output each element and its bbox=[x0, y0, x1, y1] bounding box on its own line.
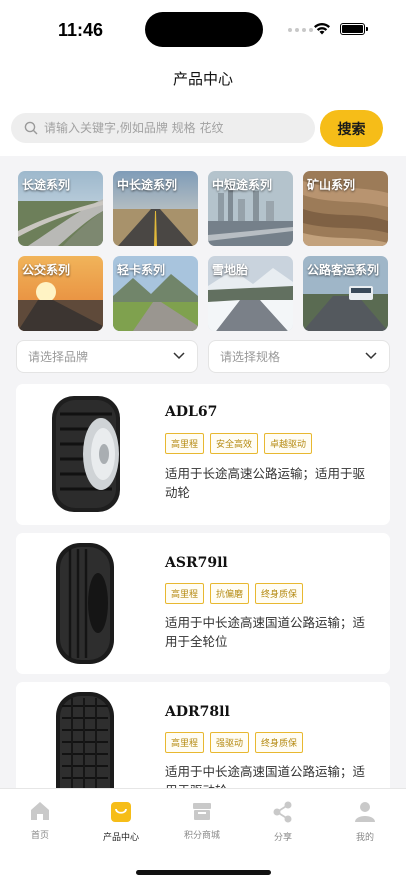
product-tag: 高里程 bbox=[165, 732, 205, 753]
product-tag: 抗偏磨 bbox=[210, 583, 250, 604]
product-description: 适用于长途高速公路运输；适用于驱动轮 bbox=[165, 466, 366, 500]
search-bar[interactable] bbox=[11, 113, 315, 143]
search-button[interactable]: 搜索 bbox=[320, 110, 383, 147]
tire-image-adl67 bbox=[52, 396, 120, 512]
product-tags: 高里程 抗偏磨 终身质保 bbox=[165, 583, 304, 604]
category-label: 长途系列 bbox=[22, 178, 71, 192]
category-card-long-haul[interactable]: 长途系列 bbox=[18, 171, 103, 246]
product-model: ADR78ll bbox=[165, 704, 230, 720]
category-label: 中短途系列 bbox=[212, 178, 273, 192]
signal-dots-icon bbox=[288, 28, 313, 32]
user-icon bbox=[355, 802, 375, 822]
product-tag: 安全高效 bbox=[210, 433, 259, 454]
store-icon bbox=[193, 803, 211, 820]
category-card-mid-short-haul[interactable]: 中短途系列 bbox=[208, 171, 293, 246]
category-card-light-truck[interactable]: 轻卡系列 bbox=[113, 256, 198, 331]
product-card[interactable]: ADR78ll 高里程 强驱动 终身质保 适用于中长途高速国道公路运输；适用于驱… bbox=[16, 682, 390, 802]
chevron-down-icon bbox=[173, 352, 185, 360]
wifi-icon bbox=[314, 22, 330, 35]
status-time: 11:46 bbox=[58, 20, 104, 40]
category-label: 轻卡系列 bbox=[117, 263, 166, 277]
product-card[interactable]: ASR79ll 高里程 抗偏磨 终身质保 适用于中长途高速国道公路运输；适用于全… bbox=[16, 533, 390, 674]
chevron-down-icon bbox=[365, 352, 377, 360]
product-tag: 卓越驱动 bbox=[264, 433, 313, 454]
category-label: 矿山系列 bbox=[307, 178, 356, 192]
brand-select-placeholder: 请选择品牌 bbox=[28, 350, 89, 364]
category-card-mid-long-haul[interactable]: 中长途系列 bbox=[113, 171, 198, 246]
tab-label: 我的 bbox=[355, 833, 374, 843]
share-icon bbox=[273, 801, 292, 823]
tab-share[interactable]: 分享 bbox=[243, 801, 323, 843]
product-tag: 终身质保 bbox=[255, 732, 304, 753]
tire-image-adr78ll bbox=[56, 692, 114, 800]
category-label: 公交系列 bbox=[22, 263, 71, 277]
spec-select-placeholder: 请选择规格 bbox=[220, 350, 281, 364]
category-label: 雪地胎 bbox=[212, 263, 249, 277]
category-card-snow-tire[interactable]: 雪地胎 bbox=[208, 256, 293, 331]
product-description: 适用于中长途高速国道公路运输；适用于全轮位 bbox=[165, 615, 366, 649]
brand-select[interactable]: 请选择品牌 bbox=[16, 340, 198, 373]
category-grid: 长途系列 中长途系列 中短途系列 矿山系列 公交系列 轻卡系列 雪地胎 公路客运… bbox=[18, 171, 390, 331]
product-tags: 高里程 强驱动 终身质保 bbox=[165, 732, 304, 753]
tab-label: 分享 bbox=[273, 833, 292, 843]
tab-bar: 首页 产品中心 积分商城 分享 我的 bbox=[0, 788, 406, 883]
product-tag: 终身质保 bbox=[255, 583, 304, 604]
product-tag: 高里程 bbox=[165, 433, 205, 454]
tab-label: 积分商城 bbox=[183, 831, 220, 841]
home-indicator[interactable] bbox=[136, 870, 271, 875]
tab-label: 产品中心 bbox=[102, 833, 139, 843]
product-model: ASR79ll bbox=[165, 555, 228, 571]
page-title: 产品中心 bbox=[172, 70, 233, 88]
search-icon bbox=[24, 121, 38, 135]
search-input[interactable] bbox=[44, 121, 294, 135]
home-icon bbox=[31, 802, 49, 820]
category-card-bus[interactable]: 公交系列 bbox=[18, 256, 103, 331]
tire-image-asr79ll bbox=[56, 543, 114, 664]
category-card-coach[interactable]: 公路客运系列 bbox=[303, 256, 388, 331]
product-tag: 高里程 bbox=[165, 583, 205, 604]
product-tag: 强驱动 bbox=[210, 732, 250, 753]
category-card-mining[interactable]: 矿山系列 bbox=[303, 171, 388, 246]
dynamic-island bbox=[145, 12, 263, 47]
tab-mine[interactable]: 我的 bbox=[325, 801, 405, 843]
tab-products[interactable]: 产品中心 bbox=[81, 801, 161, 843]
tab-label: 首页 bbox=[30, 831, 49, 841]
tab-store[interactable]: 积分商城 bbox=[162, 801, 242, 841]
category-label: 中长途系列 bbox=[117, 178, 178, 192]
spec-select[interactable]: 请选择规格 bbox=[208, 340, 390, 373]
tab-home[interactable]: 首页 bbox=[0, 801, 80, 841]
category-label: 公路客运系列 bbox=[307, 263, 380, 277]
product-model: ADL67 bbox=[165, 404, 218, 420]
product-bag-icon bbox=[111, 802, 131, 822]
product-tags: 高里程 安全高效 卓越驱动 bbox=[165, 433, 313, 454]
product-card[interactable]: ADL67 高里程 安全高效 卓越驱动 适用于长途高速公路运输；适用于驱动轮 bbox=[16, 384, 390, 525]
battery-icon bbox=[340, 23, 368, 35]
status-bar: 11:46 bbox=[0, 0, 406, 60]
